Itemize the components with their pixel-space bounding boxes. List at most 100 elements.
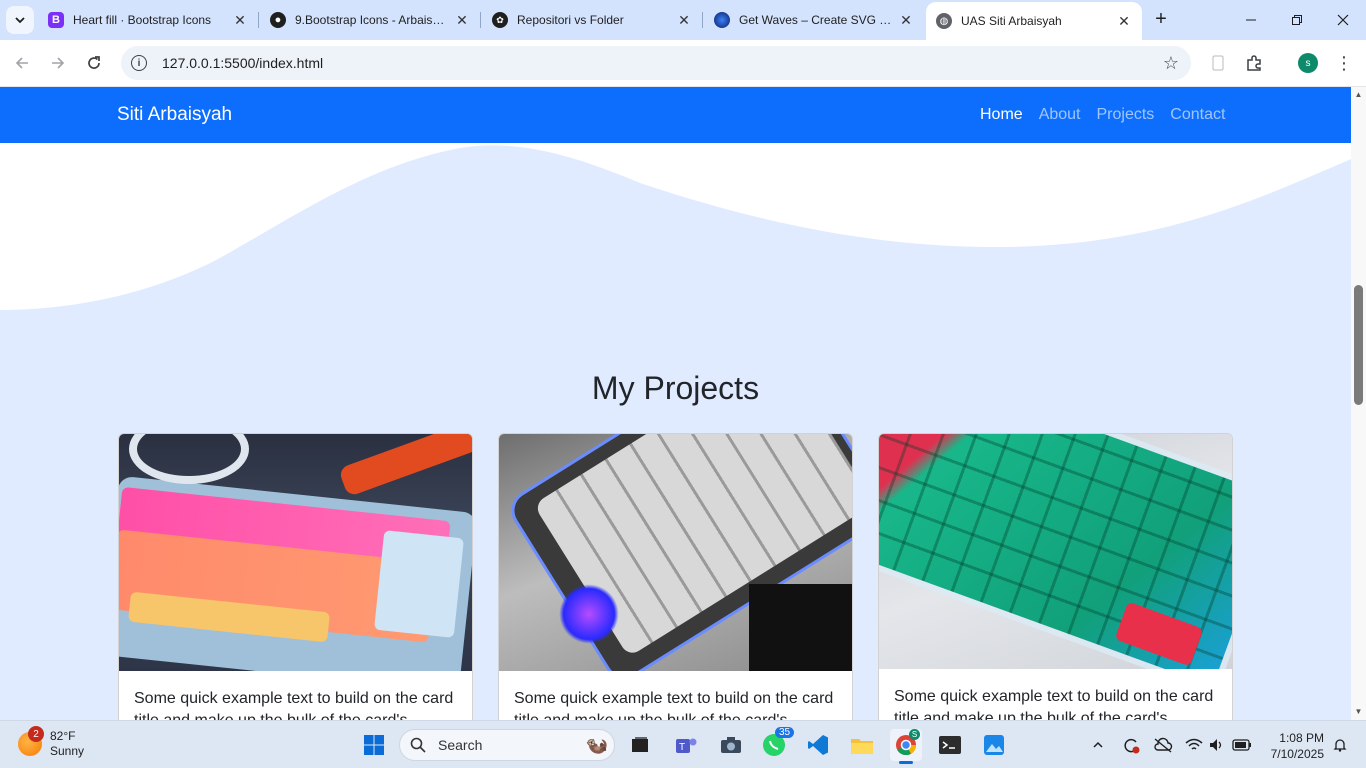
photos-app[interactable] — [978, 729, 1010, 761]
weather-widget[interactable]: 2 82°F Sunny — [18, 726, 85, 759]
sun-icon: 2 — [18, 726, 44, 756]
bookmark-star-icon[interactable]: ☆ — [1163, 53, 1179, 74]
nav-link-projects[interactable]: Projects — [1097, 106, 1155, 124]
bootstrap-icon: B — [48, 12, 64, 28]
close-icon — [1337, 14, 1349, 26]
weather-badge: 2 — [28, 726, 44, 742]
card-text: Some quick example text to build on the … — [514, 690, 834, 720]
whatsapp-app[interactable]: 35 — [758, 727, 795, 761]
url-text[interactable]: 127.0.0.1:5500/index.html — [162, 55, 323, 71]
tab-uas-siti-arbaisyah[interactable]: ◍ UAS Siti Arbaisyah ✕ — [926, 2, 1142, 40]
back-button[interactable] — [9, 50, 35, 76]
site-navbar: Siti Arbaisyah Home About Projects Conta… — [0, 87, 1351, 143]
nav-link-contact[interactable]: Contact — [1170, 106, 1225, 124]
tab-divider — [702, 12, 703, 28]
minimize-icon — [1246, 19, 1256, 21]
nav-links: Home About Projects Contact — [980, 106, 1225, 124]
photos-icon — [984, 735, 1004, 755]
forward-button[interactable] — [45, 50, 71, 76]
extensions-button[interactable] — [1243, 52, 1265, 74]
site-info-icon[interactable]: i — [131, 55, 147, 71]
tab-divider — [258, 12, 259, 28]
cloud-off-icon — [1154, 737, 1173, 753]
nav-link-home[interactable]: Home — [980, 106, 1023, 124]
arrow-right-icon — [52, 57, 65, 69]
reload-button[interactable] — [81, 50, 107, 76]
tab-label: UAS Siti Arbaisyah — [961, 14, 1062, 28]
terminal-app[interactable] — [934, 729, 966, 761]
new-tab-button[interactable]: + — [1150, 8, 1172, 30]
chrome-profile-badge: S — [909, 729, 920, 740]
speaker-icon — [1210, 739, 1222, 751]
show-hidden-icons[interactable] — [1088, 735, 1108, 755]
project-card[interactable]: Some quick example text to build on the … — [498, 433, 853, 720]
reload-icon — [88, 56, 100, 69]
vscode-app[interactable] — [802, 729, 834, 761]
weather-condition: Sunny — [50, 744, 85, 758]
tab-search-button[interactable] — [6, 6, 34, 34]
close-icon[interactable]: ✕ — [1116, 13, 1132, 29]
bell-icon — [1333, 739, 1347, 752]
search-placeholder: Search — [438, 737, 483, 753]
card-text: Some quick example text to build on the … — [894, 688, 1214, 720]
page-icon-glyph — [1212, 55, 1224, 71]
project-card[interactable]: Some quick example text to build on the … — [118, 433, 473, 720]
vscode-icon — [808, 735, 828, 755]
project-image-white-keyboard — [499, 434, 852, 671]
task-view-button[interactable] — [624, 729, 656, 761]
tab-bootstrap-icons[interactable]: B Heart fill · Bootstrap Icons ✕ — [38, 4, 258, 36]
start-button[interactable] — [358, 729, 390, 761]
chrome-app[interactable]: S — [890, 729, 922, 764]
navbar-brand[interactable]: Siti Arbaisyah — [117, 104, 232, 126]
sync-icon — [1124, 738, 1140, 754]
profile-avatar[interactable]: s — [1298, 53, 1318, 73]
notifications-icon[interactable] — [1330, 735, 1350, 755]
active-app-indicator — [899, 761, 913, 764]
camera-icon — [721, 737, 741, 753]
camera-app[interactable] — [715, 729, 747, 761]
whatsapp-badge: 35 — [775, 727, 795, 738]
file-explorer-app[interactable] — [846, 729, 878, 761]
restore-button[interactable] — [1274, 0, 1320, 40]
getwaves-icon — [714, 12, 730, 28]
svg-text:T: T — [679, 742, 685, 753]
scroll-down-icon[interactable]: ▼ — [1354, 707, 1363, 716]
minimize-button[interactable] — [1228, 0, 1274, 40]
wifi-icon[interactable] — [1184, 735, 1204, 755]
taskbar-search[interactable]: Search 🦦 — [399, 729, 615, 761]
volume-icon[interactable] — [1207, 735, 1227, 755]
tab-label: Repositori vs Folder — [517, 13, 624, 27]
sync-status-icon[interactable] — [1121, 735, 1141, 755]
tab-repositori[interactable]: ✿ Repositori vs Folder ✕ — [482, 4, 702, 36]
restore-icon — [1292, 15, 1302, 25]
address-bar[interactable]: i 127.0.0.1:5500/index.html ☆ — [121, 46, 1191, 80]
chevron-down-icon — [15, 17, 25, 24]
project-card[interactable]: Some quick example text to build on the … — [878, 433, 1233, 720]
battery-icon[interactable] — [1232, 735, 1252, 755]
windows-logo-icon — [364, 735, 384, 755]
close-icon[interactable]: ✕ — [232, 12, 248, 28]
system-clock[interactable]: 1:08 PM 7/10/2025 — [1262, 730, 1324, 762]
search-highlight-icon: 🦦 — [585, 734, 608, 755]
weather-temp: 82°F — [50, 729, 76, 743]
page-scrollbar[interactable]: ▲ ▼ — [1351, 87, 1366, 720]
close-window-button[interactable] — [1320, 0, 1366, 40]
page-icon[interactable] — [1207, 52, 1229, 74]
teams-icon: T — [676, 738, 697, 753]
tab-label: Get Waves – Create SVG waves — [739, 13, 892, 27]
menu-kebab-icon[interactable]: ⋮ — [1333, 52, 1355, 74]
page-viewport: Siti Arbaisyah Home About Projects Conta… — [0, 87, 1351, 720]
cloud-offline-icon[interactable] — [1153, 735, 1173, 755]
windows-taskbar: 2 82°F Sunny Search 🦦 T 35 S 1:08 PM 7/1… — [0, 720, 1366, 768]
nav-link-about[interactable]: About — [1039, 106, 1081, 124]
scroll-thumb[interactable] — [1354, 285, 1363, 405]
close-icon[interactable]: ✕ — [454, 12, 470, 28]
close-icon[interactable]: ✕ — [898, 12, 914, 28]
teams-app[interactable]: T — [670, 729, 702, 761]
close-icon[interactable]: ✕ — [676, 12, 692, 28]
terminal-icon — [939, 736, 961, 754]
task-view-icon — [632, 737, 648, 752]
tab-get-waves[interactable]: Get Waves – Create SVG waves ✕ — [704, 4, 924, 36]
scroll-up-icon[interactable]: ▲ — [1354, 90, 1363, 99]
tab-github[interactable]: ● 9.Bootstrap Icons - Arbaisyah ✕ — [260, 4, 480, 36]
